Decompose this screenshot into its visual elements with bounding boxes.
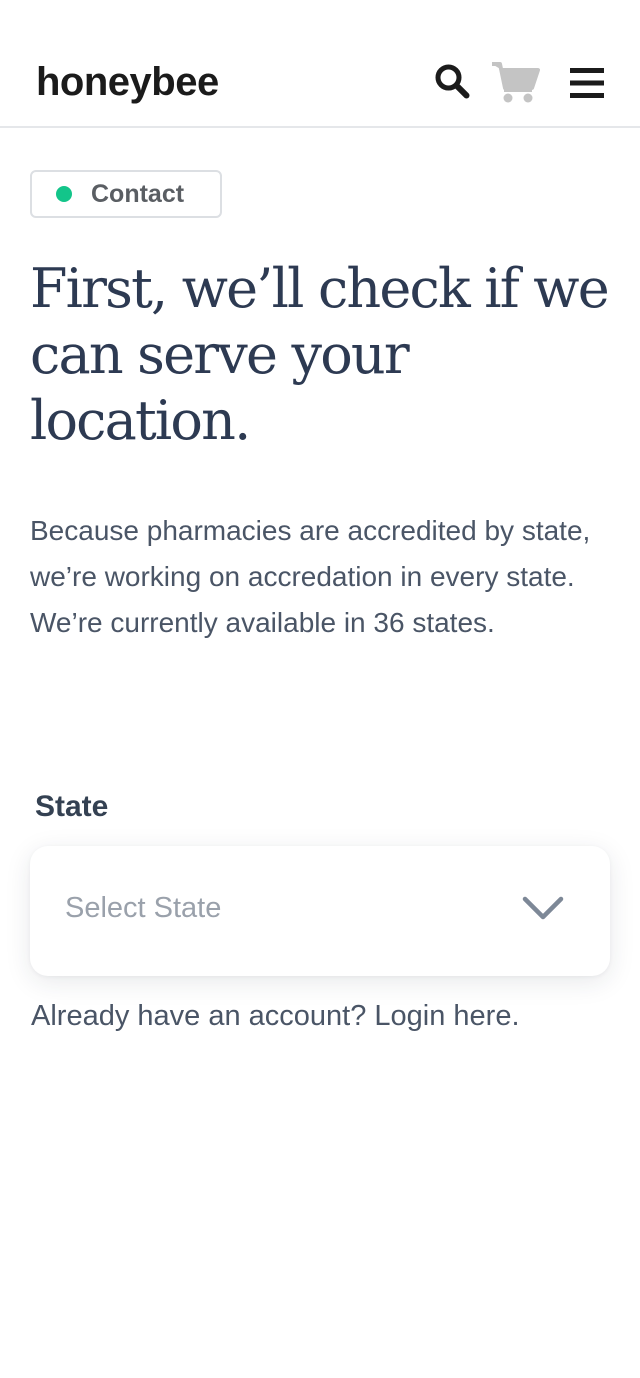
page-title: First, we’ll check if we can serve your … xyxy=(30,257,610,452)
login-link[interactable]: Already have an account? Login here. xyxy=(31,1000,520,1033)
search-icon[interactable] xyxy=(434,63,470,99)
state-select-placeholder: Select State xyxy=(65,892,222,924)
state-field-label: State xyxy=(35,790,109,823)
hamburger-menu-icon[interactable] xyxy=(570,68,604,98)
logo[interactable]: honeybee xyxy=(36,58,219,106)
intro-paragraph: Because pharmacies are accredited by sta… xyxy=(30,515,591,638)
step-badge-label: Contact xyxy=(91,179,185,208)
site-header: honeybee xyxy=(0,0,640,128)
chevron-down-icon xyxy=(522,896,564,920)
state-select[interactable]: Select State xyxy=(30,846,610,976)
cart-icon[interactable] xyxy=(490,60,540,104)
step-badge: Contact xyxy=(30,170,222,218)
status-dot xyxy=(56,186,72,202)
